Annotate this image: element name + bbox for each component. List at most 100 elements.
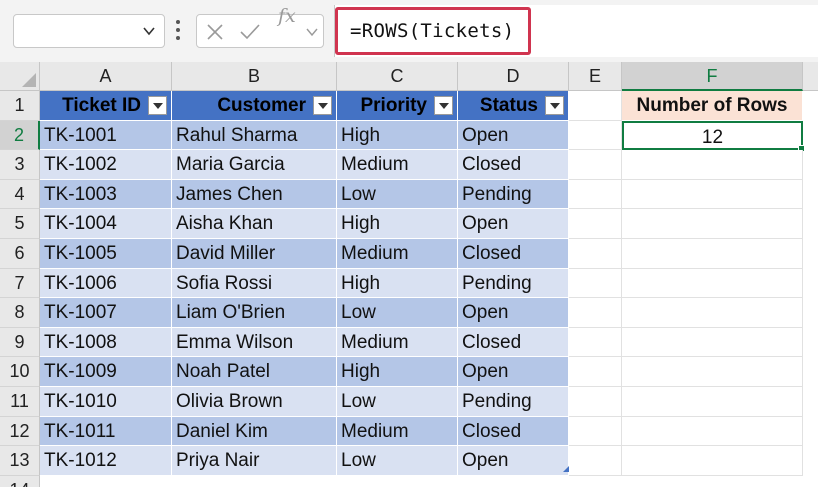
row-header-11[interactable]: 11 <box>0 387 40 417</box>
empty-cell[interactable] <box>622 239 803 269</box>
empty-cell[interactable] <box>622 327 803 358</box>
table-cell-ticket-id[interactable]: TK-1008 <box>40 327 172 358</box>
table-cell-customer[interactable]: David Miller <box>172 239 337 269</box>
table-cell-ticket-id[interactable]: TK-1011 <box>40 416 172 447</box>
column-header-a[interactable]: A <box>40 62 172 91</box>
table-cell-ticket-id[interactable]: TK-1006 <box>40 268 172 299</box>
column-header-d[interactable]: D <box>458 62 569 91</box>
filter-dropdown-icon[interactable] <box>434 96 453 115</box>
filter-dropdown-icon[interactable] <box>313 96 332 115</box>
table-header-ticket-id[interactable]: Ticket ID <box>40 91 172 121</box>
row-header-5[interactable]: 5 <box>0 209 40 239</box>
row-header-10[interactable]: 10 <box>0 357 40 387</box>
row-header-6[interactable]: 6 <box>0 239 40 269</box>
empty-cell[interactable] <box>569 91 622 121</box>
table-cell-status[interactable]: Open <box>458 209 569 239</box>
result-value-cell[interactable]: 12 <box>622 120 803 151</box>
table-cell-priority[interactable]: High <box>337 357 458 387</box>
column-header-g[interactable] <box>803 62 818 91</box>
table-cell-priority[interactable]: High <box>337 268 458 299</box>
table-cell-priority[interactable]: Medium <box>337 416 458 447</box>
row-header-1[interactable]: 1 <box>0 91 40 121</box>
insert-function-icon[interactable]: fx <box>278 5 296 27</box>
table-cell-ticket-id[interactable]: TK-1007 <box>40 298 172 328</box>
chevron-down-icon[interactable] <box>305 25 319 39</box>
table-header-priority[interactable]: Priority <box>337 91 458 121</box>
empty-cell[interactable] <box>622 357 803 387</box>
table-cell-ticket-id[interactable]: TK-1001 <box>40 120 172 151</box>
table-cell-priority[interactable]: Medium <box>337 239 458 269</box>
table-cell-customer[interactable]: Aisha Khan <box>172 209 337 239</box>
empty-cell[interactable] <box>622 446 803 476</box>
empty-cell[interactable] <box>569 209 622 239</box>
empty-cell[interactable] <box>622 150 803 180</box>
table-cell-ticket-id[interactable]: TK-1003 <box>40 179 172 210</box>
table-cell-priority[interactable]: Low <box>337 179 458 210</box>
table-cell-status[interactable]: Closed <box>458 327 569 358</box>
table-cell-status[interactable]: Open <box>458 446 569 476</box>
row-header-14[interactable]: 14 <box>0 475 40 487</box>
enter-check-icon[interactable] <box>239 22 261 42</box>
row-header-4[interactable]: 4 <box>0 179 40 210</box>
result-label-cell[interactable]: Number of Rows <box>622 91 803 121</box>
chevron-down-icon[interactable] <box>142 24 156 38</box>
column-header-c[interactable]: C <box>337 62 458 91</box>
empty-cell[interactable] <box>622 416 803 447</box>
table-cell-status[interactable]: Open <box>458 298 569 328</box>
empty-cell[interactable] <box>622 209 803 239</box>
table-cell-priority[interactable]: Medium <box>337 150 458 180</box>
table-cell-ticket-id[interactable]: TK-1012 <box>40 446 172 476</box>
empty-cell[interactable] <box>569 150 622 180</box>
table-cell-ticket-id[interactable]: TK-1002 <box>40 150 172 180</box>
row-header-13[interactable]: 13 <box>0 446 40 476</box>
table-cell-customer[interactable]: Maria Garcia <box>172 150 337 180</box>
empty-cell[interactable] <box>622 179 803 210</box>
table-cell-status[interactable]: Closed <box>458 150 569 180</box>
table-cell-customer[interactable]: Sofia Rossi <box>172 268 337 299</box>
table-cell-ticket-id[interactable]: TK-1009 <box>40 357 172 387</box>
table-cell-status[interactable]: Pending <box>458 268 569 299</box>
table-cell-customer[interactable]: Daniel Kim <box>172 416 337 447</box>
table-cell-priority[interactable]: High <box>337 209 458 239</box>
table-cell-customer[interactable]: Liam O'Brien <box>172 298 337 328</box>
empty-cell[interactable] <box>569 239 622 269</box>
table-cell-status[interactable]: Closed <box>458 416 569 447</box>
name-box[interactable] <box>13 14 165 48</box>
empty-cell[interactable] <box>569 298 622 328</box>
row-header-2[interactable]: 2 <box>0 120 40 151</box>
empty-cell[interactable] <box>569 416 622 447</box>
empty-cell[interactable] <box>569 327 622 358</box>
table-header-status[interactable]: Status <box>458 91 569 121</box>
table-resize-handle[interactable] <box>563 466 569 472</box>
row-header-8[interactable]: 8 <box>0 298 40 328</box>
table-cell-ticket-id[interactable]: TK-1010 <box>40 387 172 417</box>
more-options-icon[interactable] <box>175 20 181 42</box>
column-header-b[interactable]: B <box>172 62 337 91</box>
table-cell-customer[interactable]: James Chen <box>172 179 337 210</box>
table-cell-status[interactable]: Open <box>458 120 569 151</box>
empty-cell[interactable] <box>569 120 622 151</box>
select-all-button[interactable] <box>0 62 40 91</box>
filter-dropdown-icon[interactable] <box>148 96 167 115</box>
table-cell-status[interactable]: Open <box>458 357 569 387</box>
table-cell-priority[interactable]: Low <box>337 387 458 417</box>
column-header-f[interactable]: F <box>622 62 803 91</box>
table-header-customer[interactable]: Customer <box>172 91 337 121</box>
row-header-3[interactable]: 3 <box>0 150 40 180</box>
table-cell-customer[interactable]: Olivia Brown <box>172 387 337 417</box>
table-cell-status[interactable]: Pending <box>458 387 569 417</box>
table-cell-ticket-id[interactable]: TK-1004 <box>40 209 172 239</box>
empty-cell[interactable] <box>569 268 622 299</box>
table-cell-status[interactable]: Closed <box>458 239 569 269</box>
empty-cell[interactable] <box>569 357 622 387</box>
formula-input[interactable]: =ROWS(Tickets) <box>334 5 818 57</box>
table-cell-priority[interactable]: Medium <box>337 327 458 358</box>
row-header-12[interactable]: 12 <box>0 416 40 447</box>
table-cell-ticket-id[interactable]: TK-1005 <box>40 239 172 269</box>
empty-cell[interactable] <box>622 387 803 417</box>
table-cell-priority[interactable]: High <box>337 120 458 151</box>
empty-cell[interactable] <box>569 446 622 476</box>
row-header-9[interactable]: 9 <box>0 327 40 358</box>
column-header-e[interactable]: E <box>569 62 622 91</box>
empty-cell[interactable] <box>622 268 803 299</box>
